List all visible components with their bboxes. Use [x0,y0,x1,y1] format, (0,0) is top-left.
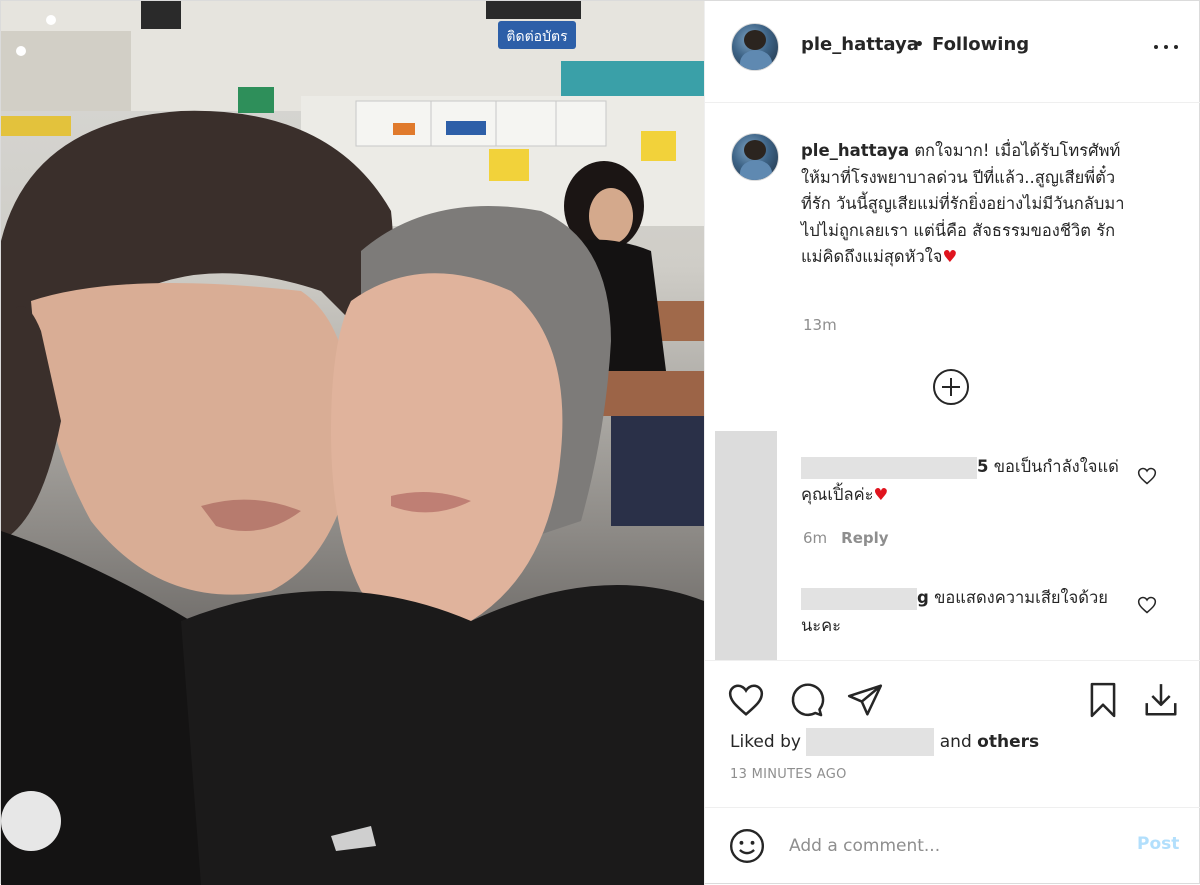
caption-text: ple_hattaya ตกใจมาก! เมื่อได้รับโทรศัพท์… [801,138,1131,271]
instagram-post: ติดต่อบัตร ple_hattaya • Following ple_h… [0,0,1200,885]
liked-by-others-link[interactable]: others [977,732,1039,752]
photo-sign-text: ติดต่อบัตร [506,29,568,45]
add-comment-bar: Post [705,807,1200,885]
post-header: ple_hattaya • Following [705,1,1200,103]
commenter-username-tail[interactable]: 5 [977,457,988,476]
download-icon[interactable] [1142,681,1180,719]
reply-button[interactable]: Reply [841,529,888,547]
more-options-icon[interactable] [1151,31,1181,55]
post-timestamp[interactable]: 13 MINUTES AGO [730,767,847,782]
post-comment-button[interactable]: Post [1137,834,1179,854]
load-more-comments-icon[interactable] [933,369,969,405]
caption-timestamp[interactable]: 13m [803,316,837,334]
heart-icon[interactable] [727,681,765,719]
caption-avatar[interactable] [731,133,779,181]
comment-like-heart-icon[interactable] [1137,595,1157,615]
comment-like-heart-icon[interactable] [1137,466,1157,486]
comment-meta: 6m Reply [803,529,889,547]
commenter-avatar[interactable] [715,549,777,660]
comment-text: 5 ขอเป็นกำลังใจแด่คุณเปิ้ลค่ะ♥ [801,453,1121,509]
author-avatar[interactable] [731,23,779,71]
commenter-username-tail[interactable]: g [917,588,929,607]
comment-timestamp[interactable]: 6m [803,529,827,547]
bookmark-icon[interactable] [1084,681,1122,719]
commenter-username-redacted[interactable] [801,456,977,479]
heart-emoji: ♥ [942,247,958,266]
following-button[interactable]: Following [932,34,1029,55]
commenter-username-redacted[interactable] [801,587,917,610]
header-separator: • [914,34,925,55]
caption-username[interactable]: ple_hattaya [801,141,909,160]
emoji-icon[interactable] [728,827,766,865]
photo-illustration: ติดต่อบัตร [1,1,704,885]
heart-emoji: ♥ [873,485,889,504]
liked-by-and: and [939,732,972,752]
share-icon[interactable] [846,681,884,719]
author-username[interactable]: ple_hattaya [801,34,919,55]
post-photo[interactable]: ติดต่อบัตร [1,1,704,885]
comment-icon[interactable] [787,681,825,719]
liked-by: Liked by and others [730,728,1039,756]
comment-text: g ขอแสดงความเสียใจด้วยนะคะ [801,584,1121,640]
add-comment-input[interactable] [789,830,1109,862]
commenter-avatar[interactable] [715,431,777,549]
post-sidebar: ple_hattaya • Following ple_hattaya ตกใจ… [704,1,1200,885]
liked-by-prefix: Liked by [730,732,801,752]
liker-username-redacted[interactable] [806,728,935,756]
